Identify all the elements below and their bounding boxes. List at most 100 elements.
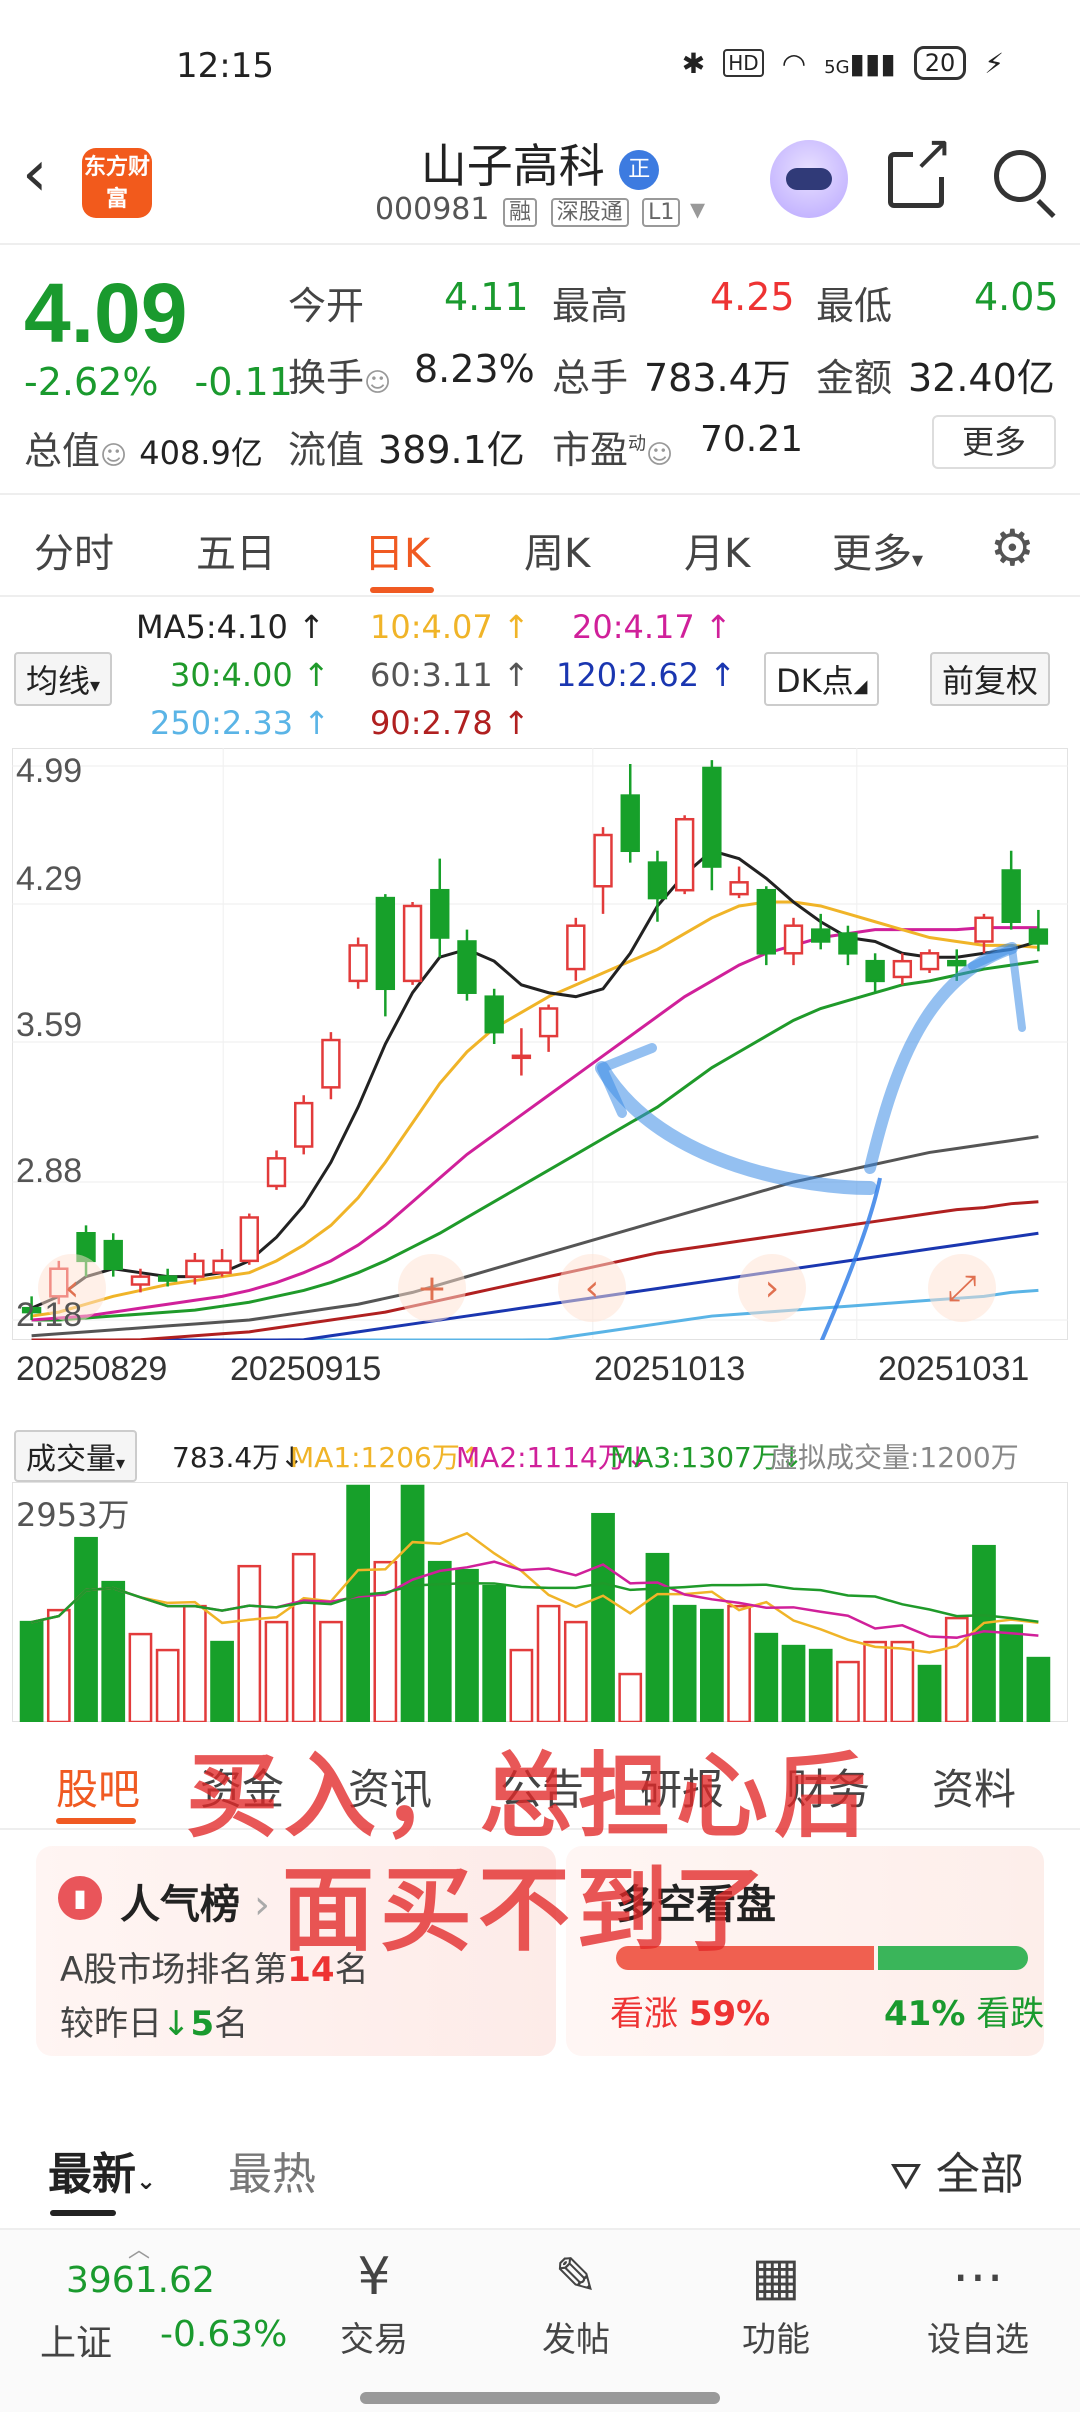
candle-body [294,1101,314,1148]
wifi-icon: ◠ [781,46,807,80]
amount-label: 金额 [816,356,893,400]
volume-bar [509,1648,534,1724]
sort-row: 最新⌄ 最热 ⛛ 全部 [0,2110,1080,2220]
volume-bar [210,1640,234,1724]
volume-bar [591,1512,615,1724]
volume-bar [700,1608,724,1724]
trade-button[interactable]: ¥ 交易 [314,2242,434,2361]
candle-body [838,932,858,955]
volume-bar [563,1620,588,1724]
index-value[interactable]: 3961.62 [66,2260,215,2301]
tag-connect: 深股通 [550,198,629,227]
low-label: 最低 [816,284,893,328]
ma250-value: 250:2.33 ↑ [150,704,331,742]
adjust-button[interactable]: 前复权 [930,652,1051,706]
volume-ma1: MA1:1206万↑ [290,1441,484,1474]
ma60-value: 60:3.11 ↑ [370,656,530,694]
candle-body [321,1038,341,1089]
tab-weekly-k[interactable]: 周K [524,521,590,579]
candle-body [892,959,913,979]
volume-bar [128,1632,153,1724]
tag-level: L1 [642,198,681,227]
post-icon: ✎ [554,2247,598,2307]
chevron-down-icon: ▾ [689,192,706,227]
tab-more[interactable]: 更多▾ [832,521,923,579]
float-cap-label: 流值 [288,428,365,472]
functions-button[interactable]: ▦ 功能 [716,2242,836,2361]
volume-bar [74,1536,98,1724]
volume-bar [46,1608,71,1724]
period-tabs: 分时 五日 日K 周K 月K 更多▾ ⚙ [0,497,1080,597]
volume-bar [346,1484,370,1724]
sort-latest[interactable]: 最新⌄ [48,2138,156,2202]
y-tick-label: 2.18 [16,1296,83,1334]
volume-select-button[interactable]: 成交量▾ [14,1430,138,1482]
candle-body [430,888,450,939]
virtual-volume: 虚拟成交量:1200万 [770,1441,1019,1474]
x-tick-label: 20251013 [594,1350,746,1388]
post-button[interactable]: ✎ 发帖 [516,2242,636,2361]
open-row: 今开 [288,284,365,328]
info-icon[interactable]: ☺ [100,441,127,471]
total-cap: 总值☺ 408.9亿 [24,429,263,473]
candle-body [647,861,668,900]
tag-margin: 融 [503,198,538,227]
candle-body [811,928,831,943]
ma90-value: 90:2.78 ↑ [370,704,530,742]
volume-ma-line [31,1531,1039,1654]
volume-bar [890,1640,915,1724]
search-icon[interactable] [994,150,1046,202]
candle-body [511,1054,532,1060]
candle-body [593,833,613,888]
tab-daily-k[interactable]: 日K [364,521,430,579]
volume-bar [101,1580,126,1724]
tab-profile[interactable]: 资料 [932,1756,1016,1817]
ai-assistant-icon[interactable] [770,140,848,218]
filter-button[interactable]: ⛛ 全部 [890,2138,1024,2202]
volume-bar [836,1660,860,1724]
bullish-label: 看涨 59% [610,1994,771,2034]
dk-point-button[interactable]: DK点◢ [764,652,880,706]
share-icon[interactable] [888,129,953,208]
kline-chart[interactable]: ‹ + ‹ › ⤢ 4.99 4.29 3.59 2.88 2.18 [12,748,1068,1340]
active-sort-indicator [50,2210,116,2216]
candle-body [674,817,695,892]
turnover-label: 换手☺ [288,356,392,400]
ma-select-button[interactable]: 均线▾ [14,652,113,706]
high-label: 最高 [552,284,629,328]
info-icon: ☺ [364,368,392,398]
ma5-value: MA5:4.10 ↑ [136,608,325,646]
info-icon: ☺ [646,440,674,470]
index-name: 上证 [40,2323,113,2364]
verified-badge-icon: 正 [619,149,660,190]
sort-hot[interactable]: 最热 [228,2138,316,2202]
volume-chart[interactable]: 2953万 [12,1482,1068,1724]
low-value: 4.05 [974,275,1059,319]
battery-icon: 20 [913,46,967,80]
filter-icon: ⛛ [890,2154,922,2198]
change-amount: -0.11 [194,360,293,404]
volume-bar [319,1620,343,1724]
candle-body [212,1259,232,1274]
home-indicator [360,2392,720,2404]
chart-nav-glyph: › [765,1268,779,1309]
volume-legend: 成交量▾ 783.4万↓ MA1:1206万↑ MA2:1114万↓ MA3:1… [0,1430,1080,1482]
change-percent: -2.62% [24,360,159,404]
stock-header: ‹ 东方财富 山子高科 正 000981 融 深股通 L1 ▾ [0,120,1080,245]
status-bar: 12:15 ✱ HD ◠ 5G▮▮▮ 20 ⚡ [0,0,1080,130]
tab-intraday[interactable]: 分时 [34,521,114,579]
tab-five-day[interactable]: 五日 [196,521,276,579]
open-value: 4.11 [444,275,529,319]
volume-bar [455,1568,479,1724]
ma-line-ma5 [31,849,1039,1310]
volume-bar [183,1604,207,1724]
x-tick-label: 20250915 [230,1350,382,1388]
volume-bar [427,1560,452,1724]
add-watchlist-button[interactable]: ⋯ 设自选 [918,2242,1038,2361]
tab-guba[interactable]: 股吧 [56,1756,140,1817]
candle-body [348,944,368,983]
tab-monthly-k[interactable]: 月K [684,521,750,579]
gear-icon[interactable]: ⚙ [990,519,1035,577]
more-quote-button[interactable]: 更多 [932,415,1056,469]
bearish-label: 41% 看跌 [884,1994,1045,2034]
